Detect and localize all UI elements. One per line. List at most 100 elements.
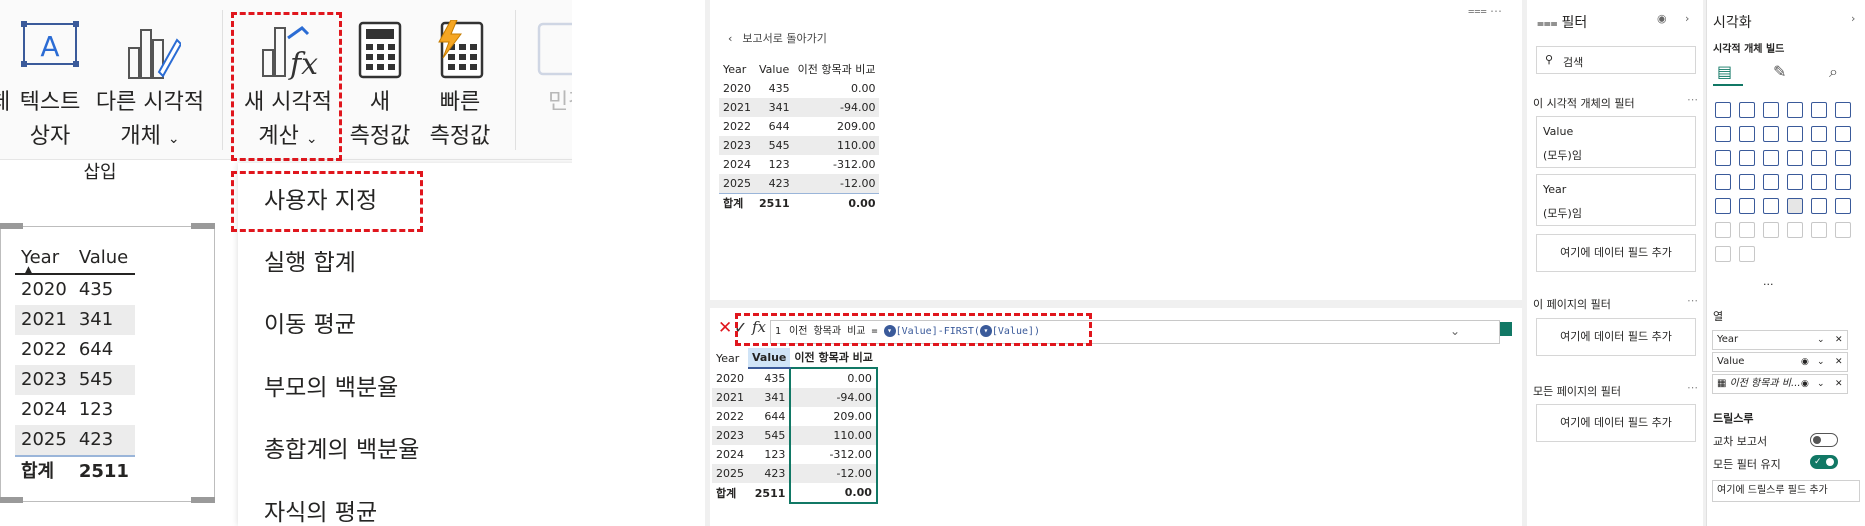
add-data-field-dropzone[interactable]: 여기에 데이터 필드 추가 bbox=[1536, 318, 1696, 356]
column-header-value[interactable]: Value bbox=[748, 348, 791, 369]
visual-type-icon[interactable] bbox=[1715, 198, 1731, 214]
visual-type-icon[interactable] bbox=[1835, 126, 1851, 142]
more-visuals-icon[interactable]: ... bbox=[1763, 275, 1774, 288]
resize-handle[interactable] bbox=[0, 497, 23, 503]
visual-type-icon[interactable] bbox=[1739, 198, 1755, 214]
add-data-field-dropzone[interactable]: 여기에 데이터 필드 추가 bbox=[1536, 234, 1696, 272]
visual-type-icon[interactable] bbox=[1715, 246, 1731, 262]
cancel-icon[interactable]: ✕ bbox=[718, 318, 732, 338]
visual-type-icon[interactable] bbox=[1835, 222, 1851, 238]
eye-icon[interactable]: ◉ bbox=[1657, 12, 1667, 25]
new-measure-button[interactable]: 새 측정값 bbox=[345, 20, 415, 150]
table-row: 2022 644 209.00 bbox=[712, 407, 878, 426]
visual-type-icon[interactable] bbox=[1811, 174, 1827, 190]
keep-all-filters-toggle[interactable]: ✓ bbox=[1810, 455, 1838, 469]
visual-type-icon[interactable] bbox=[1835, 174, 1851, 190]
remove-icon[interactable]: ✕ bbox=[1835, 353, 1843, 371]
visual-type-icon[interactable] bbox=[1787, 150, 1803, 166]
left-table-visual[interactable]: Year Value 2020 435 2021 341 2022 644 2023 5… bbox=[0, 223, 215, 503]
menu-item-average-of-children[interactable]: 자식의 평균 bbox=[264, 493, 377, 526]
column-header-value[interactable]: Value bbox=[72, 243, 135, 275]
more-options-icon[interactable]: ⋯ bbox=[1687, 294, 1698, 307]
menu-item-percent-of-grand-total[interactable]: 총합계의 백분율 bbox=[264, 430, 419, 464]
visual-type-icon[interactable] bbox=[1811, 126, 1827, 142]
visual-type-icon[interactable] bbox=[1835, 198, 1851, 214]
filter-card-value[interactable]: Value (모두)임 bbox=[1536, 116, 1696, 168]
visual-type-icon[interactable] bbox=[1715, 150, 1731, 166]
filter-icon[interactable]: ⩶ bbox=[1468, 4, 1487, 18]
expand-formula-icon[interactable]: ⌄ bbox=[1450, 324, 1460, 338]
visual-type-icon[interactable] bbox=[1763, 150, 1779, 166]
left-table: Year Value 2020 435 2021 341 2022 644 2023 5… bbox=[15, 243, 135, 487]
visual-type-icon[interactable] bbox=[1715, 174, 1731, 190]
column-header-year[interactable]: Year bbox=[15, 243, 73, 275]
visual-type-icon[interactable] bbox=[1811, 222, 1827, 238]
visual-type-icon[interactable] bbox=[1739, 222, 1755, 238]
eye-icon[interactable]: ◉ bbox=[1801, 353, 1809, 371]
visual-type-icon[interactable] bbox=[1715, 222, 1731, 238]
resize-handle[interactable] bbox=[191, 497, 215, 503]
filter-card-year[interactable]: Year (모두)임 bbox=[1536, 174, 1696, 226]
menu-item-moving-average[interactable]: 이동 평균 bbox=[264, 305, 356, 339]
more-options-icon[interactable]: ⋯ bbox=[1687, 381, 1698, 394]
collapse-chevron-icon[interactable]: › bbox=[1851, 12, 1855, 25]
field-well-comparison[interactable]: ▦ 이전 항목과 비... ◉ ⌄ ✕ bbox=[1712, 374, 1848, 394]
remove-icon[interactable]: ✕ bbox=[1835, 331, 1843, 349]
quick-measure-button[interactable]: 빠른 측정값 bbox=[420, 20, 500, 150]
back-to-report-link[interactable]: ‹ 보고서로 돌아가기 bbox=[728, 30, 827, 46]
column-header-comparison[interactable]: 이전 항목과 비교 bbox=[790, 348, 877, 368]
menu-item-percent-of-parent[interactable]: 부모의 백분율 bbox=[264, 368, 398, 402]
column-header-year[interactable]: Year bbox=[719, 60, 755, 79]
filter-search-input[interactable]: ⚲ 검색 bbox=[1536, 46, 1696, 74]
visual-type-icon[interactable] bbox=[1811, 102, 1827, 118]
visual-type-icon[interactable] bbox=[1787, 102, 1803, 118]
visual-type-icon[interactable] bbox=[1739, 246, 1755, 262]
chevron-down-icon: ⌄ bbox=[167, 131, 180, 147]
collapse-chevron-icon[interactable]: › bbox=[1685, 12, 1689, 25]
column-header-year[interactable]: Year bbox=[712, 348, 748, 368]
visual-type-icon[interactable] bbox=[1715, 126, 1731, 142]
resize-handle[interactable] bbox=[0, 223, 23, 229]
visual-type-icon[interactable] bbox=[1739, 150, 1755, 166]
other-visual-button[interactable]: 다른 시각적 개체 ⌄ bbox=[90, 20, 210, 150]
visual-type-icon[interactable] bbox=[1811, 198, 1827, 214]
visual-type-icon[interactable] bbox=[1811, 150, 1827, 166]
sensitivity-button[interactable]: 민감 bbox=[530, 20, 572, 150]
visual-type-icon[interactable] bbox=[1715, 102, 1731, 118]
column-header-value[interactable]: Value bbox=[755, 60, 794, 79]
field-well-year[interactable]: Year ⌄ ✕ bbox=[1712, 330, 1848, 350]
more-options-icon[interactable]: ⋯ bbox=[1687, 93, 1698, 106]
visual-type-icon[interactable] bbox=[1739, 102, 1755, 118]
cross-report-toggle[interactable] bbox=[1810, 433, 1838, 447]
more-options-icon[interactable]: ⋯ bbox=[1490, 4, 1502, 18]
visual-type-icon[interactable] bbox=[1763, 102, 1779, 118]
resize-handle[interactable] bbox=[191, 223, 215, 229]
add-data-field-dropzone[interactable]: 여기에 데이터 필드 추가 bbox=[1536, 404, 1696, 442]
highlight-new-visual-calc bbox=[231, 12, 342, 161]
data-view-icon[interactable] bbox=[1500, 322, 1512, 336]
field-well-value[interactable]: Value ◉ ⌄ ✕ bbox=[1712, 352, 1848, 372]
add-drillthrough-field-dropzone[interactable]: 여기에 드릴스루 필드 추가 bbox=[1712, 480, 1860, 502]
visual-type-icon[interactable] bbox=[1787, 126, 1803, 142]
eye-icon[interactable]: ◉ bbox=[1801, 375, 1809, 393]
visual-type-icon[interactable] bbox=[1739, 174, 1755, 190]
visual-type-icon[interactable] bbox=[1763, 174, 1779, 190]
remove-icon[interactable]: ✕ bbox=[1835, 375, 1843, 393]
visual-type-icon[interactable] bbox=[1787, 222, 1803, 238]
visual-type-icon[interactable] bbox=[1835, 102, 1851, 118]
menu-item-running-sum[interactable]: 실행 합계 bbox=[264, 243, 356, 277]
cell: 2020 bbox=[716, 371, 744, 385]
visual-type-icon[interactable] bbox=[1739, 126, 1755, 142]
filter-funnel-icon: ⩶ bbox=[1537, 16, 1558, 30]
build-visual-tab-icon[interactable]: ▤ bbox=[1717, 62, 1732, 81]
visual-type-icon[interactable] bbox=[1787, 198, 1803, 214]
format-visual-tab-icon[interactable]: ✎ bbox=[1773, 62, 1786, 81]
visual-type-icon[interactable] bbox=[1787, 174, 1803, 190]
visual-type-icon[interactable] bbox=[1763, 126, 1779, 142]
visual-type-icon[interactable] bbox=[1763, 198, 1779, 214]
analytics-tab-icon[interactable]: ⌕ bbox=[1829, 62, 1838, 82]
column-header-comparison[interactable]: 이전 항목과 비교 bbox=[794, 60, 880, 79]
textbox-button[interactable]: A 텍스트 상자 bbox=[15, 20, 85, 150]
visual-type-icon[interactable] bbox=[1835, 150, 1851, 166]
visual-type-icon[interactable] bbox=[1763, 222, 1779, 238]
